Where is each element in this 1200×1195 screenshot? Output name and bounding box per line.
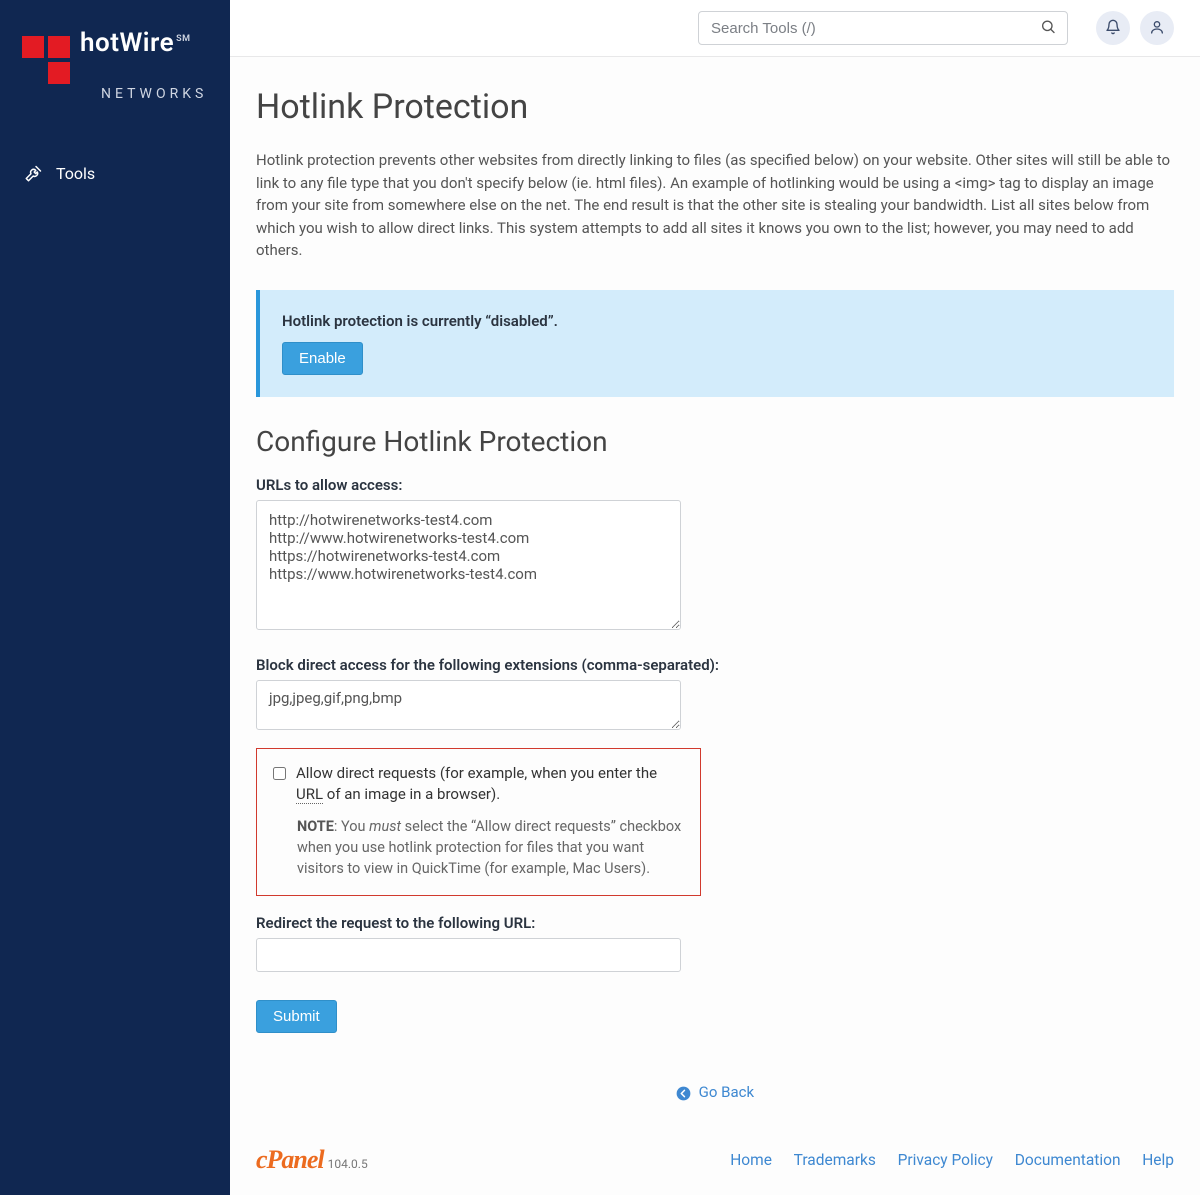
go-back-label: Go Back: [699, 1083, 754, 1101]
redirect-input[interactable]: [256, 938, 681, 972]
sidebar-item-label: Tools: [56, 164, 95, 183]
tools-icon: [24, 165, 42, 183]
cpanel-version: 104.0.5: [328, 1157, 368, 1171]
topbar: [230, 0, 1200, 57]
cpanel-brand: cPanel 104.0.5: [256, 1145, 368, 1175]
page-title: Hotlink Protection: [256, 87, 1174, 127]
page-intro: Hotlink protection prevents other websit…: [256, 149, 1174, 262]
brand-name: hotWireSM: [80, 28, 191, 58]
footer-links: Home Trademarks Privacy Policy Documenta…: [712, 1151, 1174, 1169]
redirect-label: Redirect the request to the following UR…: [256, 914, 1174, 932]
sidebar: hotWireSM NETWORKS Tools: [0, 0, 230, 1195]
go-back-link[interactable]: Go Back: [676, 1083, 754, 1101]
footer-link-help[interactable]: Help: [1142, 1151, 1174, 1169]
user-icon: [1149, 19, 1165, 38]
brand-logo: hotWireSM NETWORKS: [0, 28, 230, 134]
notifications-button[interactable]: [1096, 11, 1130, 45]
configure-heading: Configure Hotlink Protection: [256, 425, 1174, 458]
status-box: Hotlink protection is currently “disable…: [256, 290, 1174, 397]
footer-link-docs[interactable]: Documentation: [1015, 1151, 1121, 1169]
logo-square-icon: [48, 36, 70, 58]
urls-allow-label: URLs to allow access:: [256, 476, 1174, 494]
urls-allow-textarea[interactable]: [256, 500, 681, 630]
search-input[interactable]: [698, 11, 1068, 45]
brand-subname: NETWORKS: [101, 86, 208, 102]
submit-button[interactable]: Submit: [256, 1000, 337, 1033]
footer-link-trademarks[interactable]: Trademarks: [794, 1151, 876, 1169]
allow-direct-note: NOTE: You must select the “Allow direct …: [297, 816, 684, 879]
footer: cPanel 104.0.5 Home Trademarks Privacy P…: [230, 1131, 1200, 1195]
search-wrap: [698, 11, 1068, 45]
search-button[interactable]: [1036, 15, 1060, 42]
content: Hotlink Protection Hotlink protection pr…: [230, 57, 1200, 1131]
footer-link-home[interactable]: Home: [730, 1151, 772, 1169]
logo-square-icon: [48, 62, 70, 84]
allow-direct-box: Allow direct requests (for example, when…: [256, 748, 701, 897]
footer-link-privacy[interactable]: Privacy Policy: [898, 1151, 993, 1169]
cpanel-logo-text: cPanel: [256, 1145, 324, 1175]
search-icon: [1040, 19, 1056, 38]
logo-square-icon: [22, 36, 44, 58]
allow-direct-checkbox[interactable]: [273, 767, 286, 780]
bell-icon: [1105, 19, 1121, 38]
allow-direct-label: Allow direct requests (for example, when…: [296, 763, 684, 807]
status-text: Hotlink protection is currently “disable…: [282, 312, 1152, 330]
enable-button[interactable]: Enable: [282, 342, 363, 375]
block-ext-label: Block direct access for the following ex…: [256, 656, 1174, 674]
arrow-left-circle-icon: [676, 1086, 691, 1101]
account-button[interactable]: [1140, 11, 1174, 45]
block-ext-textarea[interactable]: [256, 680, 681, 730]
sidebar-item-tools[interactable]: Tools: [0, 154, 230, 193]
